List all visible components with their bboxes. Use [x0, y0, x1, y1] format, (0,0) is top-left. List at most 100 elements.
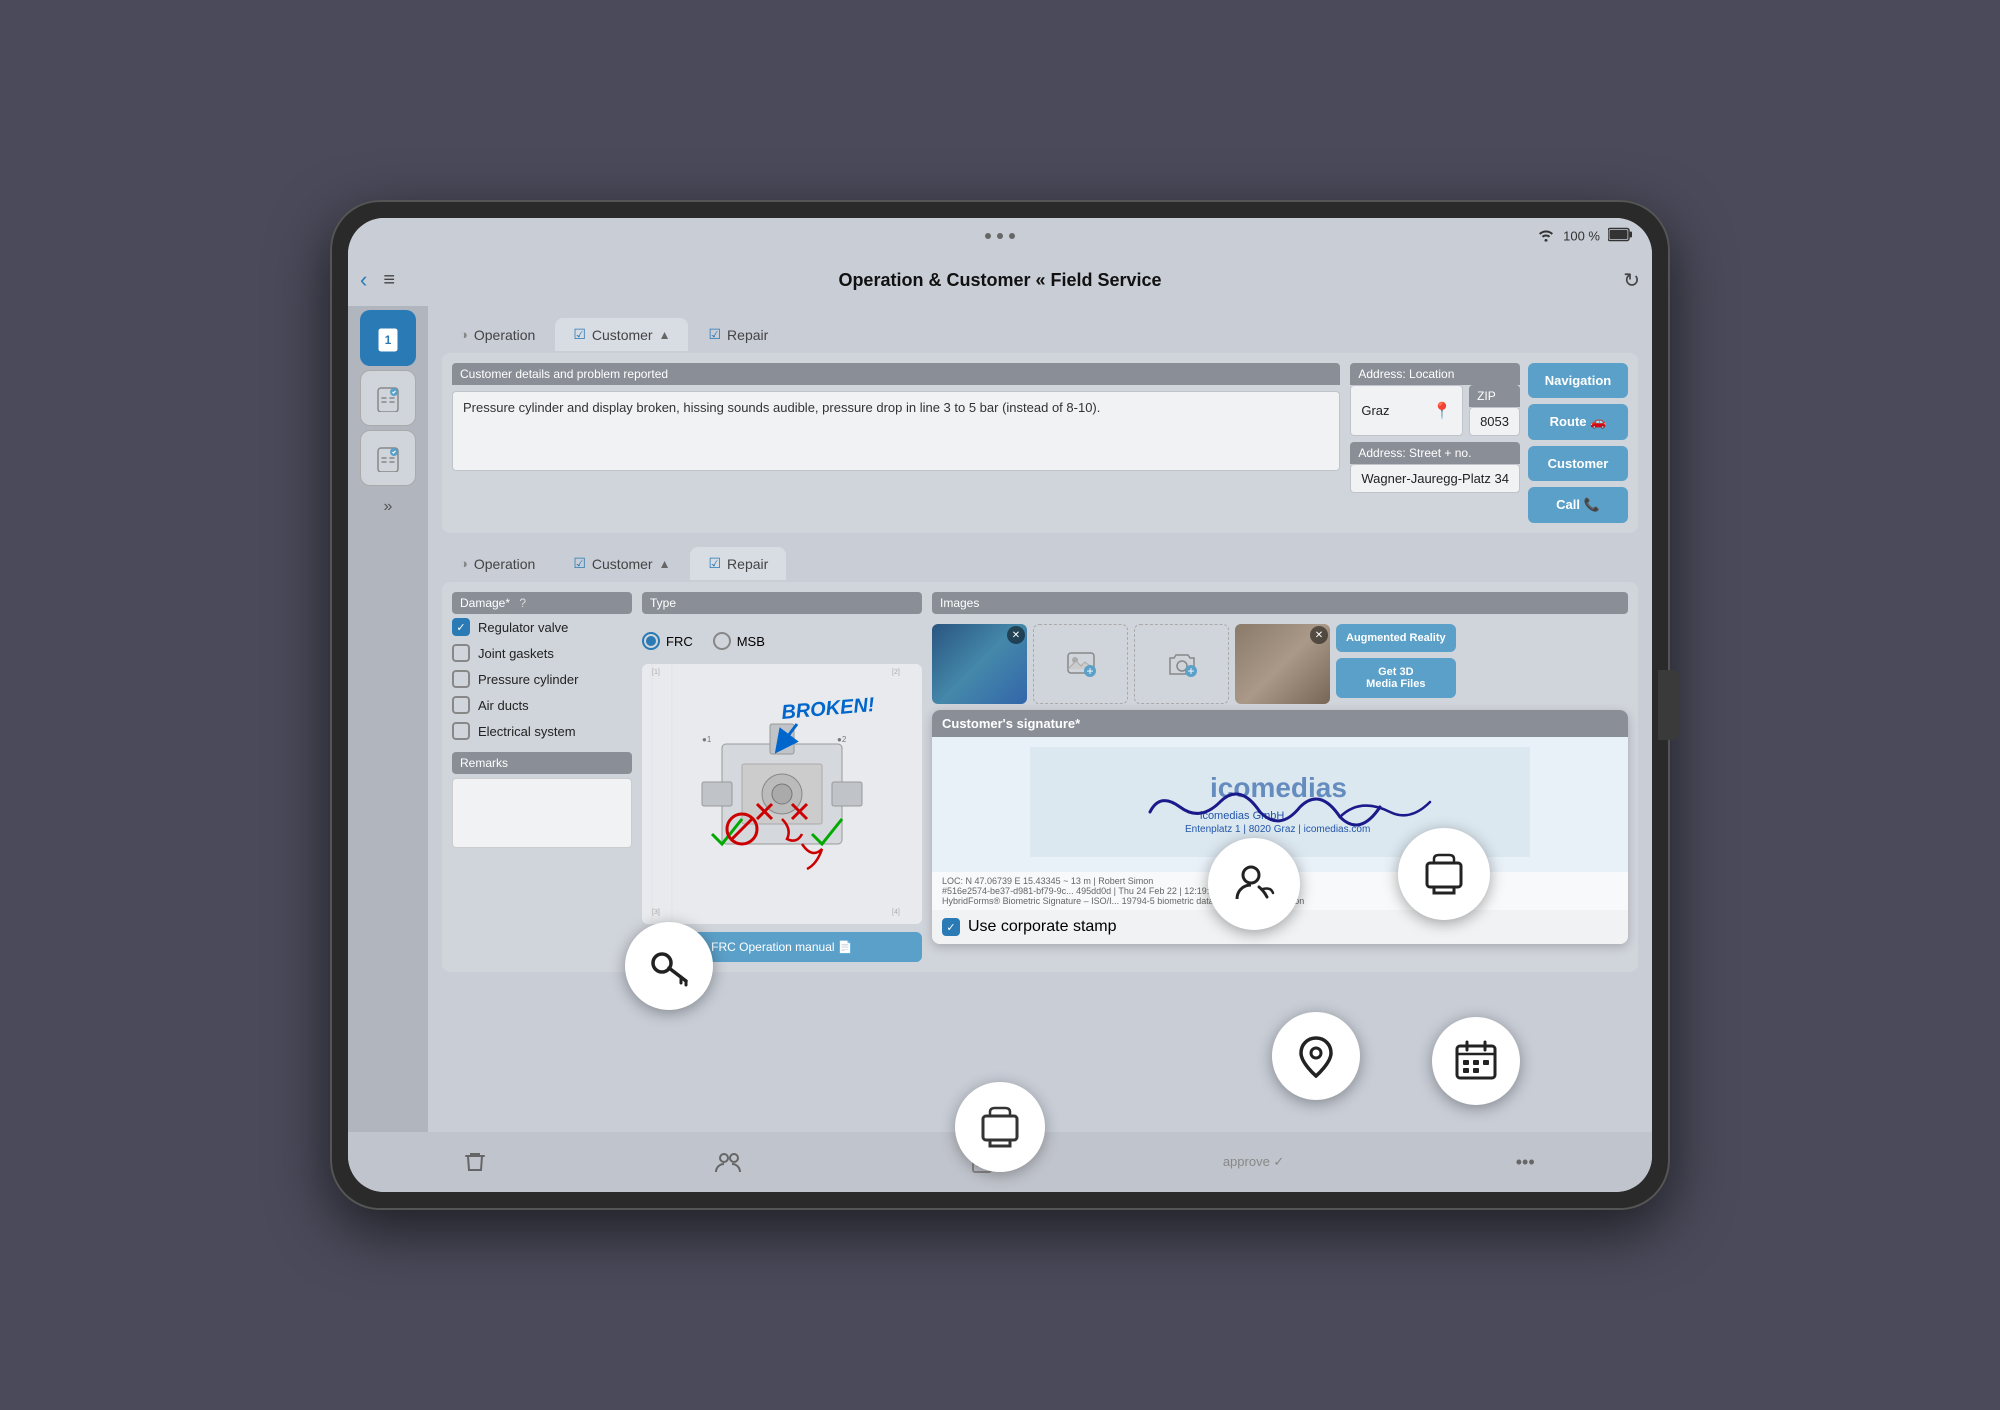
radio-frc-label: FRC — [666, 634, 693, 649]
zip-group: ZIP 8053 — [1469, 385, 1520, 436]
wifi-icon — [1537, 228, 1555, 245]
sidebar-more[interactable]: » — [384, 498, 393, 516]
status-bar: 100 % — [348, 218, 1652, 254]
nav-buttons: Navigation Route 🚗 Customer Call 📞 — [1528, 363, 1628, 523]
damage-check-3[interactable] — [452, 696, 470, 714]
signature-header: Customer's signature* — [932, 710, 1628, 737]
back-button[interactable]: ‹ — [360, 267, 367, 293]
zip-label: ZIP — [1469, 385, 1520, 407]
floating-stamp-bottom[interactable] — [955, 1082, 1045, 1172]
zip-input[interactable]: 8053 — [1469, 407, 1520, 436]
svg-text:[3]: [3] — [652, 909, 660, 916]
damage-column: Damage* ? ✓ Regulator valve — [452, 592, 632, 962]
tab-customer-2[interactable]: ☑ Customer ▲ — [555, 547, 688, 580]
remarks-input[interactable] — [452, 778, 632, 848]
tab-customer-label-2: Customer — [592, 556, 653, 572]
tab-operation-2[interactable]: ◑ Operation — [442, 548, 553, 580]
damage-item-1: Joint gaskets — [452, 644, 632, 662]
navigation-button[interactable]: Navigation — [1528, 363, 1628, 398]
tab-operation-label-2: Operation — [474, 556, 535, 572]
damage-label-3: Air ducts — [478, 698, 529, 713]
damage-item-2: Pressure cylinder — [452, 670, 632, 688]
street-input[interactable]: Wagner-Jauregg-Platz 34 — [1350, 464, 1520, 493]
damage-check-4[interactable] — [452, 722, 470, 740]
users-button[interactable] — [706, 1140, 750, 1184]
delete-button[interactable] — [453, 1140, 497, 1184]
problem-label: Customer details and problem reported — [452, 363, 1340, 385]
tab-repair-2[interactable]: ☑ Repair — [690, 547, 786, 580]
customer-panel: Customer details and problem reported Pr… — [442, 353, 1638, 533]
images-row: ✕ + + — [932, 624, 1628, 704]
floating-calendar-icon[interactable] — [1432, 1017, 1520, 1105]
street-value: Wagner-Jauregg-Platz 34 — [1361, 471, 1509, 486]
customer-button[interactable]: Customer — [1528, 446, 1628, 481]
city-input[interactable]: Graz 📍 — [1350, 385, 1463, 436]
media-button[interactable]: Get 3DMedia Files — [1336, 658, 1456, 698]
status-right: 100 % — [1537, 228, 1632, 245]
zip-value: 8053 — [1480, 414, 1509, 429]
svg-text:icomedias: icomedias — [1210, 772, 1347, 803]
sidebar-item-2[interactable] — [360, 370, 416, 426]
image-add-camera[interactable]: + — [1134, 624, 1229, 704]
svg-text:●1: ●1 — [702, 735, 712, 744]
type-label: Type — [642, 592, 922, 614]
refresh-icon[interactable]: ↻ — [1623, 270, 1640, 292]
image-close-1[interactable]: ✕ — [1007, 626, 1025, 644]
radio-group: FRC MSB — [642, 626, 922, 656]
customer-check-icon-2: ☑ — [573, 555, 586, 572]
floating-signature-icon[interactable] — [1208, 838, 1300, 930]
tab-customer-1[interactable]: ☑ Customer ▲ — [555, 318, 688, 351]
floating-key-icon[interactable] — [625, 922, 713, 1010]
problem-field: Customer details and problem reported Pr… — [452, 363, 1340, 523]
image-close-2[interactable]: ✕ — [1310, 626, 1328, 644]
svg-text:+: + — [1086, 664, 1093, 678]
tab-repair-label-2: Repair — [727, 556, 768, 572]
remarks-column: Remarks — [452, 752, 632, 848]
type-column: Type FRC MSB — [642, 592, 922, 962]
radio-msb-circle — [713, 632, 731, 650]
customer-check-icon-1: ☑ — [573, 326, 586, 343]
approve-label: approve ✓ — [1223, 1154, 1284, 1170]
radio-frc[interactable]: FRC — [642, 632, 693, 650]
svg-text:[2]: [2] — [892, 669, 900, 676]
ar-button[interactable]: Augmented Reality — [1336, 624, 1456, 652]
tab-bar-2: ◑ Operation ☑ Customer ▲ ☑ Repair — [442, 545, 1638, 582]
tab-repair-label-1: Repair — [727, 327, 768, 343]
customer-arrow-2: ▲ — [659, 557, 671, 571]
sidebar-item-3[interactable] — [360, 430, 416, 486]
problem-value[interactable]: Pressure cylinder and display broken, hi… — [452, 391, 1340, 471]
manual-button-label: FRC Operation manual 📄 — [711, 940, 853, 954]
address-nav-group: Address: Location Graz 📍 ZIP — [1350, 363, 1628, 523]
more-button[interactable]: ••• — [1503, 1140, 1547, 1184]
damage-label: Damage* ? — [452, 592, 632, 614]
image-thumb-2[interactable]: ✕ — [1235, 624, 1330, 704]
floating-stamp-icon[interactable] — [1398, 828, 1490, 920]
radio-msb[interactable]: MSB — [713, 632, 765, 650]
sidebar-item-1[interactable]: 1 — [360, 310, 416, 366]
sketch-area[interactable]: [1] [2] [3] [4] ●1 ●2 BROKEN! — [642, 664, 922, 924]
radio-frc-circle — [642, 632, 660, 650]
damage-item-3: Air ducts — [452, 696, 632, 714]
damage-check-2[interactable] — [452, 670, 470, 688]
tab-bar-1: ◑ Operation ☑ Customer ▲ ☑ Repair — [442, 316, 1638, 353]
damage-check-1[interactable] — [452, 644, 470, 662]
route-button[interactable]: Route 🚗 — [1528, 404, 1628, 440]
floating-location-icon[interactable] — [1272, 1012, 1360, 1100]
svg-text:[4]: [4] — [892, 909, 900, 916]
approve-button[interactable]: approve ✓ — [1214, 1140, 1294, 1184]
tab-repair-1[interactable]: ☑ Repair — [690, 318, 786, 351]
damage-check-0[interactable]: ✓ — [452, 618, 470, 636]
bottom-toolbar: approve ✓ ••• — [348, 1132, 1652, 1192]
address-grid: Address: Location Graz 📍 ZIP — [1350, 363, 1520, 523]
side-button[interactable] — [1658, 670, 1680, 740]
operation-half-icon-2: ◑ — [460, 556, 468, 571]
location-pin-icon[interactable]: 📍 — [1432, 401, 1452, 421]
list-icon[interactable]: ≡ — [383, 269, 395, 292]
tab-operation-1[interactable]: ◑ Operation — [442, 319, 553, 351]
image-thumb-1[interactable]: ✕ — [932, 624, 1027, 704]
damage-label-4: Electrical system — [478, 724, 576, 739]
stamp-checkbox[interactable]: ✓ — [942, 918, 960, 936]
image-add-gallery[interactable]: + — [1033, 624, 1128, 704]
damage-help-icon[interactable]: ? — [519, 596, 526, 610]
call-button[interactable]: Call 📞 — [1528, 487, 1628, 523]
